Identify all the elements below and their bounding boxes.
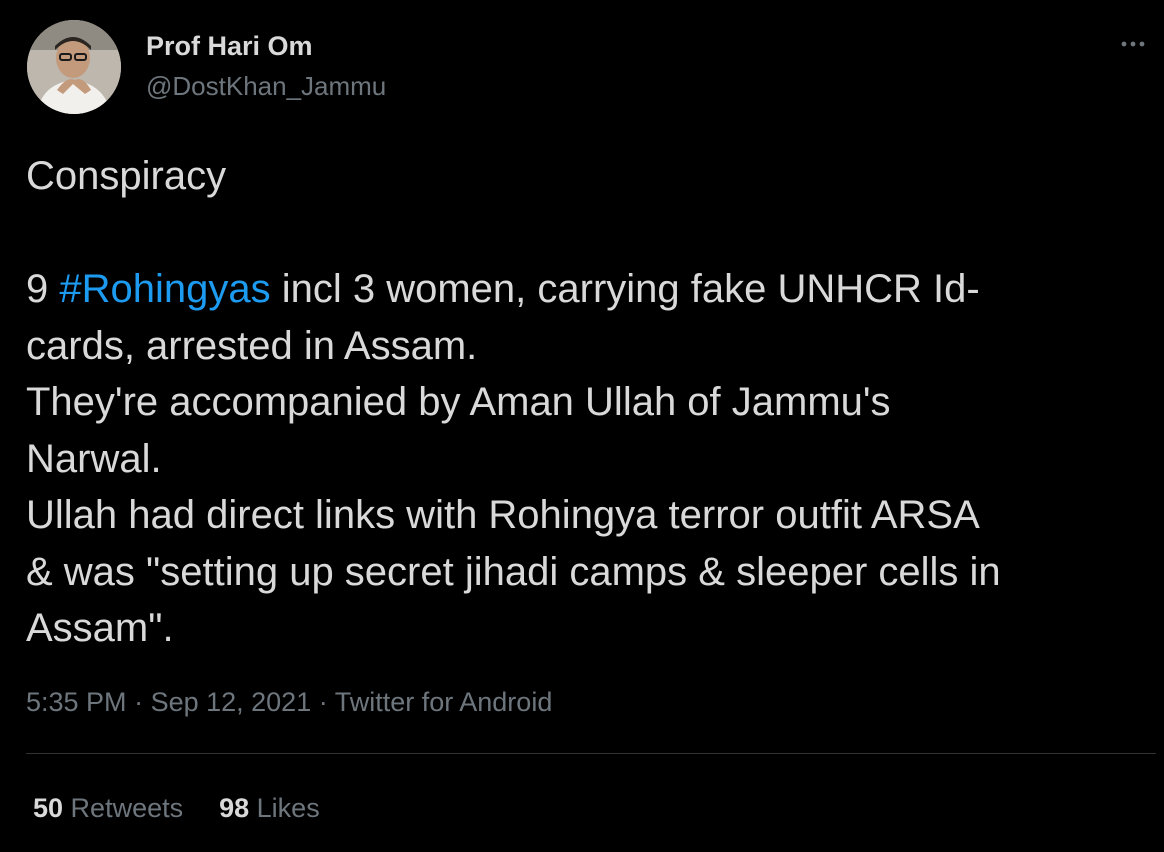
tweet-text-segment: 9 [26,267,60,311]
author-handle[interactable]: @DostKhan_Jammu [146,70,386,102]
hashtag-link[interactable]: #Rohingyas [59,267,270,311]
retweets-label: Retweets [63,793,184,823]
tweet-line: Assam". [26,606,174,650]
tweet-time[interactable]: 5:35 PM [26,687,127,717]
retweets-stat[interactable]: 50 Retweets [33,790,183,826]
divider [26,753,1156,754]
likes-count: 98 [219,793,250,823]
tweet-line: 9 #Rohingyas incl 3 women, carrying fake… [26,261,1156,318]
meta-separator: · [311,687,335,717]
tweet-line: Ullah had direct links with Rohingya ter… [26,493,980,537]
tweet-line: Conspiracy [26,154,227,198]
tweet-meta: 5:35 PM · Sep 12, 2021 · Twitter for And… [26,684,552,720]
meta-separator: · [126,687,151,717]
tweet-stats: 50 Retweets 98 Likes [33,790,356,826]
avatar-photo [27,20,121,114]
tweet-line: & was "setting up secret jihadi camps & … [26,549,1001,594]
retweets-count: 50 [33,793,64,823]
tweet-date[interactable]: Sep 12, 2021 [151,687,312,717]
tweet-line: They're accompanied by Aman Ullah of Jam… [26,380,891,424]
tweet-text-segment: incl 3 women, carrying fake UNHCR Id- [270,267,980,311]
tweet-source[interactable]: Twitter for Android [335,687,553,717]
likes-stat[interactable]: 98 Likes [219,790,320,826]
tweet-line: Narwal. [26,436,162,481]
author-display-name[interactable]: Prof Hari Om [146,30,313,62]
tweet-text: Conspiracy 9 #Rohingyas incl 3 women, ca… [26,148,1156,657]
avatar[interactable] [27,20,121,114]
tweet-line: cards, arrested in Assam. [26,323,478,368]
more-options-button[interactable] [1118,34,1148,54]
more-horizontal-icon [1121,41,1145,47]
likes-label: Likes [249,793,320,823]
